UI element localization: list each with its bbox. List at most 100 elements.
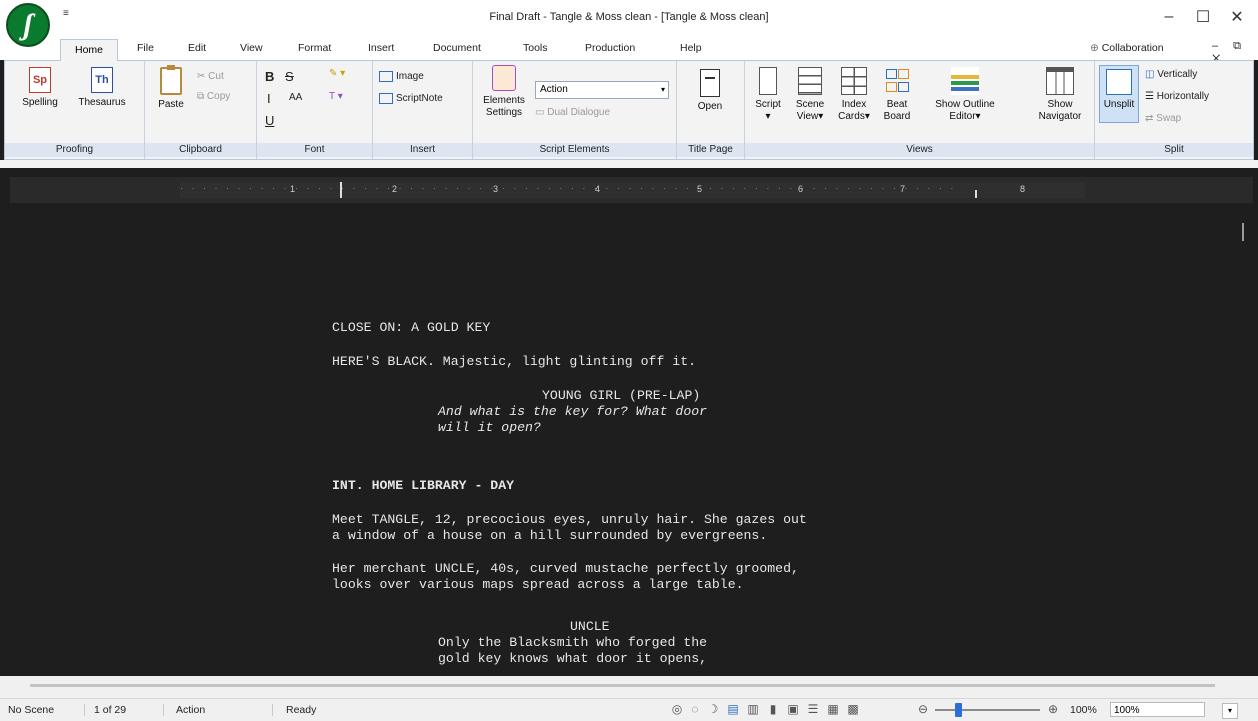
ruler-number: 2 bbox=[392, 184, 398, 194]
image-icon bbox=[379, 71, 393, 82]
tab-edit[interactable]: Edit bbox=[188, 42, 206, 54]
split-horizontally-button[interactable]: ☰ Horizontally bbox=[1145, 91, 1209, 102]
script-editor[interactable]: CLOSE ON: A GOLD KEY HERE'S BLACK. Majes… bbox=[10, 203, 1235, 676]
tab-production[interactable]: Production bbox=[585, 42, 635, 54]
swap-label: Swap bbox=[1156, 113, 1182, 124]
font-group: B S I U AA ✎ ▾ T ▾ Font bbox=[257, 61, 373, 159]
app-logo-button[interactable]: ʃ bbox=[6, 3, 50, 47]
font-size-button[interactable]: AA bbox=[289, 92, 302, 103]
elements-settings-label-1: Elements bbox=[483, 95, 525, 106]
text-color-button[interactable]: T ▾ bbox=[329, 91, 343, 102]
ruler-number: 5 bbox=[697, 184, 703, 194]
script-line-dialogue: Only the Blacksmith who forged the bbox=[438, 635, 708, 650]
insert-image-button[interactable]: Image bbox=[379, 71, 424, 82]
font-group-label: Font bbox=[257, 143, 372, 157]
horizontal-scrollbar[interactable] bbox=[0, 676, 1258, 698]
scene-view-label-1: Scene bbox=[795, 99, 825, 110]
collaboration-button[interactable]: ⊕ Collaboration bbox=[1090, 42, 1164, 54]
outline-editor-icon bbox=[951, 67, 979, 95]
speech-icon[interactable]: ◎ bbox=[670, 702, 684, 716]
bold-button[interactable]: B bbox=[265, 69, 274, 84]
target-icon[interactable]: ◌ bbox=[688, 702, 702, 716]
cut-button[interactable]: ✂ Cut bbox=[197, 71, 224, 82]
scene-view-label-2: View▾ bbox=[796, 111, 824, 122]
zoom-in-icon[interactable]: ⊕ bbox=[1046, 702, 1060, 716]
highlight-button[interactable]: ✎ ▾ bbox=[329, 68, 345, 79]
tab-home[interactable]: Home bbox=[60, 39, 118, 61]
element-select-value: Action bbox=[540, 84, 568, 95]
unsplit-button[interactable]: Unsplit bbox=[1099, 65, 1139, 123]
zoom-slider-thumb[interactable] bbox=[954, 703, 962, 717]
beat-board-button[interactable]: Beat Board bbox=[877, 67, 917, 123]
strikethrough-button[interactable]: S bbox=[285, 69, 294, 84]
thesaurus-button[interactable]: Th Thesaurus bbox=[69, 67, 135, 109]
script-view-button[interactable]: Script ▾ bbox=[749, 67, 787, 123]
tab-insert[interactable]: Insert bbox=[368, 42, 394, 54]
show-outline-editor-button[interactable]: Show Outline Editor▾ bbox=[925, 67, 1005, 123]
status-page: 1 of 29 bbox=[94, 704, 127, 716]
right-indent-marker[interactable] bbox=[975, 190, 977, 198]
scissors-icon: ✂ bbox=[197, 71, 209, 82]
insert-scriptnote-button[interactable]: ScriptNote bbox=[379, 93, 443, 104]
title-page-group: Open Title Page bbox=[677, 61, 745, 159]
zoom-out-icon[interactable]: ⊖ bbox=[916, 702, 930, 716]
split-vertically-button[interactable]: ◫ Vertically bbox=[1145, 69, 1197, 80]
zoom-dropdown-button[interactable]: ▾ bbox=[1222, 703, 1238, 719]
spelling-icon: Sp bbox=[29, 67, 51, 93]
minimize-button[interactable]: – bbox=[1152, 4, 1186, 30]
element-select[interactable]: Action ▾ bbox=[535, 81, 669, 99]
scene-view-status-icon[interactable]: ▣ bbox=[786, 702, 800, 716]
dual-dialogue-button[interactable]: ▭ Dual Dialogue bbox=[535, 107, 610, 118]
script-line-action: a window of a house on a hill surrounded… bbox=[332, 528, 768, 543]
thesaurus-icon: Th bbox=[91, 67, 113, 93]
tab-tools[interactable]: Tools bbox=[523, 42, 548, 54]
vertical-scroll-thumb[interactable] bbox=[1242, 223, 1244, 241]
vertical-scrollbar[interactable] bbox=[1235, 203, 1253, 676]
zoom-slider[interactable] bbox=[935, 703, 1040, 717]
left-indent-marker[interactable] bbox=[340, 182, 342, 198]
beat-board-label-1: Beat bbox=[886, 99, 908, 110]
outline-editor-label-2: Editor▾ bbox=[949, 111, 981, 122]
page-view-icon[interactable]: ▤ bbox=[726, 702, 740, 716]
tab-help[interactable]: Help bbox=[680, 42, 702, 54]
copy-icon: ⧉ bbox=[197, 91, 207, 102]
window-title: Final Draft - Tangle & Moss clean - [Tan… bbox=[489, 11, 769, 23]
ruler-ticks: · · · · · · · · · · · · · · · · · · · · … bbox=[180, 183, 957, 193]
image-label: Image bbox=[396, 71, 424, 83]
night-mode-icon[interactable]: ☽ bbox=[706, 702, 720, 716]
underline-button[interactable]: U bbox=[265, 113, 274, 128]
index-cards-button[interactable]: Index Cards▾ bbox=[833, 67, 875, 123]
views-group-label: Views bbox=[745, 143, 1094, 157]
tab-document[interactable]: Document bbox=[433, 42, 481, 54]
italic-button[interactable]: I bbox=[267, 91, 271, 106]
ruler[interactable]: · · · · · · · · · · · · · · · · · · · · … bbox=[10, 177, 1253, 203]
close-button[interactable]: ✕ bbox=[1220, 4, 1254, 30]
tab-format[interactable]: Format bbox=[298, 42, 331, 54]
copy-button[interactable]: ⧉ Copy bbox=[197, 91, 230, 102]
horizontal-scroll-thumb[interactable] bbox=[30, 684, 1215, 687]
zoom-input[interactable]: 100% bbox=[1110, 702, 1205, 717]
clipboard-icon bbox=[160, 65, 182, 95]
clipboard-group: Paste ✂ Cut ⧉ Copy Clipboard bbox=[145, 61, 257, 159]
maximize-button[interactable]: ☐ bbox=[1186, 4, 1220, 30]
tab-view[interactable]: View bbox=[240, 42, 263, 54]
scene-view-button[interactable]: Scene View▾ bbox=[789, 67, 831, 123]
tab-file[interactable]: File bbox=[137, 42, 154, 54]
index-cards-status-icon[interactable]: ▦ bbox=[826, 702, 840, 716]
swap-button[interactable]: ⇄ Swap bbox=[1145, 113, 1181, 124]
script-line-action: HERE'S BLACK. Majestic, light glinting o… bbox=[332, 354, 697, 369]
split-horizontally-label: Horizontally bbox=[1156, 91, 1209, 102]
outline-view-icon[interactable]: ☰ bbox=[806, 702, 820, 716]
collaboration-icon: ⊕ bbox=[1090, 42, 1102, 54]
speed-view-icon[interactable]: ▥ bbox=[746, 702, 760, 716]
paste-button[interactable]: Paste bbox=[151, 65, 191, 111]
elements-settings-button[interactable]: Elements Settings bbox=[477, 65, 531, 119]
normal-view-icon[interactable]: ▮ bbox=[766, 702, 780, 716]
script-view-icon bbox=[759, 67, 777, 95]
status-bar: No Scene 1 of 29 Action Ready ◎ ◌ ☽ ▤ ▥ … bbox=[0, 698, 1258, 721]
show-navigator-button[interactable]: Show Navigator bbox=[1029, 67, 1091, 123]
spelling-button[interactable]: Sp Spelling bbox=[11, 67, 69, 109]
title-page-open-button[interactable]: Open bbox=[681, 69, 739, 113]
beat-board-status-icon[interactable]: ▩ bbox=[846, 702, 860, 716]
script-line-character: UNCLE bbox=[570, 619, 610, 634]
